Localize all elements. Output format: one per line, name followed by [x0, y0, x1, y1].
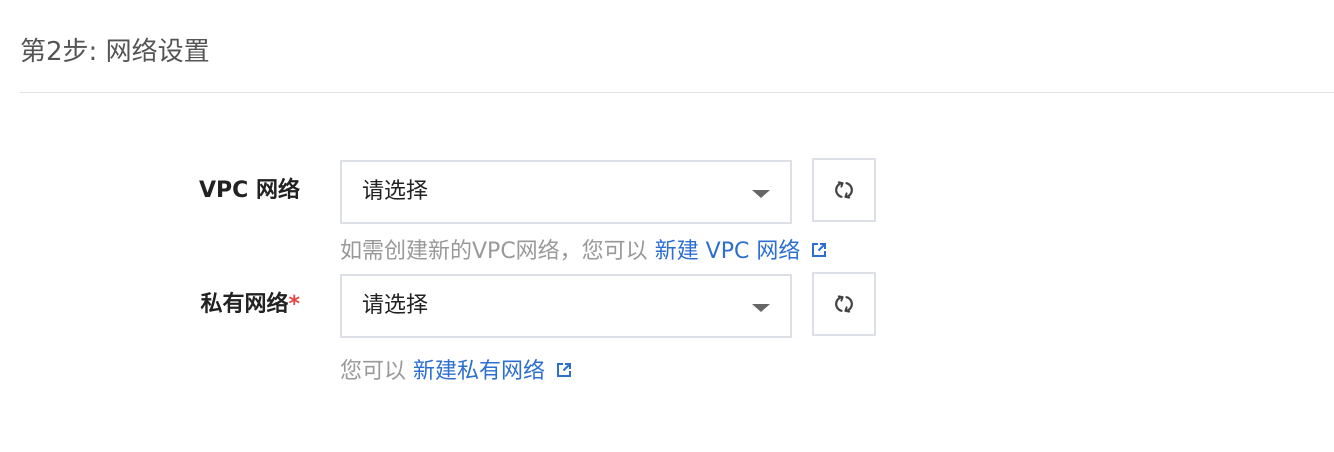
vpc-network-label: VPC 网络: [199, 174, 300, 208]
subnet-select-value: 请选择: [362, 293, 429, 318]
chevron-down-icon: [752, 190, 770, 198]
subnet-refresh-button[interactable]: [812, 272, 876, 336]
divider: [20, 92, 1334, 93]
page-title: 第2步: 网络设置: [20, 37, 210, 67]
create-subnet-link[interactable]: 新建私有网络: [413, 359, 573, 384]
vpc-help-line: 如需创建新的VPC网络，您可以 新建 VPC 网络: [340, 236, 828, 268]
vpc-network-label-text: VPC 网络: [199, 178, 300, 203]
vpc-network-select-value: 请选择: [362, 179, 429, 204]
create-subnet-link-text: 新建私有网络: [413, 359, 546, 384]
subnet-help-text: 您可以: [340, 359, 407, 384]
external-link-icon: [557, 363, 572, 377]
vpc-help-text: 如需创建新的VPC网络，您可以: [340, 239, 648, 264]
subnet-label-text: 私有网络: [200, 292, 289, 317]
required-marker: *: [288, 292, 300, 317]
subnet-help-line: 您可以 新建私有网络: [340, 356, 573, 388]
vpc-network-select[interactable]: 请选择: [340, 160, 792, 224]
subnet-label: 私有网络*: [200, 288, 300, 322]
subnet-select[interactable]: 请选择: [340, 274, 792, 338]
refresh-icon: [835, 295, 853, 313]
create-vpc-link[interactable]: 新建 VPC 网络: [655, 239, 829, 264]
vpc-refresh-button[interactable]: [812, 158, 876, 222]
refresh-icon: [835, 181, 853, 199]
create-vpc-link-text: 新建 VPC 网络: [654, 239, 801, 264]
external-link-icon: [812, 243, 827, 257]
chevron-down-icon: [752, 304, 770, 312]
